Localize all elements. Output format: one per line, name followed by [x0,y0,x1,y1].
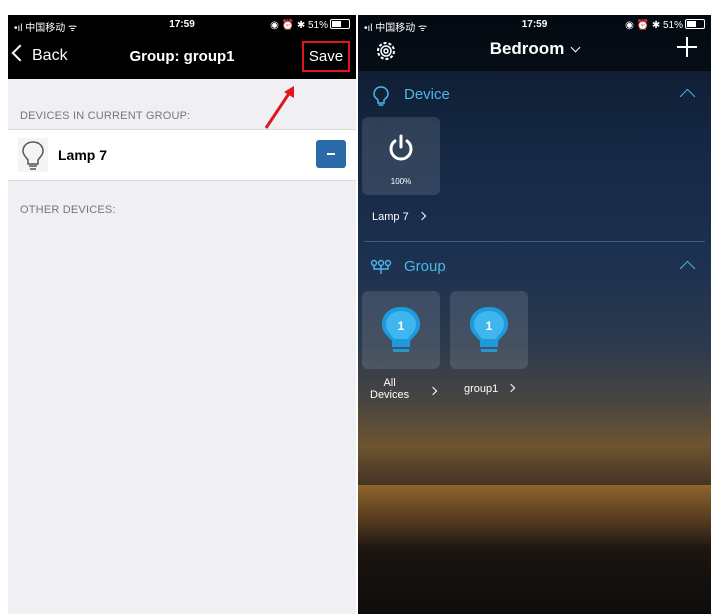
battery-icon [330,19,350,29]
status-bar: •ıl 中国移动 ᯤ 17:59 ◉ ⏰ ✱ 51% [358,15,711,35]
add-button[interactable] [677,37,697,57]
save-button[interactable]: Save [302,41,350,72]
group-bulb-icon: 1 [470,307,508,352]
room-dashboard-screen: •ıl 中国移动 ᯤ 17:59 ◉ ⏰ ✱ 51% Bedroom Devic… [358,15,711,614]
status-indicators: ◉ ⏰ ✱ 51% [625,19,705,31]
bulb-icon [18,138,48,172]
collapse-chevron-icon[interactable] [679,260,696,277]
other-devices-header: OTHER DEVICES: [20,204,116,216]
group-label-group1[interactable]: group1 [464,383,516,395]
chevron-right-icon [507,383,516,393]
device-section-label: Device [404,86,450,103]
nav-bar: •ıl 中国移动 ᯤ 17:59 ◉ ⏰ ✱ 51% Back Group: g… [8,15,356,79]
water-reflection [358,485,711,545]
navigation: Back Group: group1 Save [8,35,356,79]
collapse-chevron-icon[interactable] [679,88,696,105]
group-count: 1 [398,319,405,333]
group-count: 1 [486,319,493,333]
group-bulb-icon: 1 [382,307,420,352]
brightness-value: 100% [390,177,412,186]
bulb-outline-icon [373,86,389,106]
group-label-all-devices[interactable]: All Devices [370,377,409,401]
room-selector[interactable]: Bedroom [358,39,711,59]
group-icon [370,259,392,274]
current-group-header: DEVICES IN CURRENT GROUP: [20,110,191,122]
status-indicators: ◉ ⏰ ✱ 51% [270,19,350,31]
section-divider [364,241,705,242]
power-icon [389,134,413,161]
list-item[interactable]: Lamp 7 [8,129,356,181]
status-bar: •ıl 中国移动 ᯤ 17:59 ◉ ⏰ ✱ 51% [8,15,356,35]
group-tile-group1[interactable]: 1 [450,291,528,369]
group-edit-screen: •ıl 中国移动 ᯤ 17:59 ◉ ⏰ ✱ 51% Back Group: g… [8,15,356,614]
device-section-header[interactable]: Device [358,75,711,115]
group-tile-all-devices[interactable]: 1 [362,291,440,369]
annotation-arrow-icon [264,86,294,129]
chevron-down-icon [570,42,581,53]
device-tile-lamp-7[interactable]: 100% [362,117,440,195]
remove-device-button[interactable] [316,140,346,168]
chevron-right-icon [417,211,426,221]
group-section-label: Group [404,258,446,275]
group-section-header[interactable]: Group [358,247,711,287]
device-label-lamp-7[interactable]: Lamp 7 [372,211,426,223]
device-name: Lamp 7 [58,147,108,163]
room-header: •ıl 中国移动 ᯤ 17:59 ◉ ⏰ ✱ 51% Bedroom [358,15,711,71]
battery-icon [685,19,705,29]
